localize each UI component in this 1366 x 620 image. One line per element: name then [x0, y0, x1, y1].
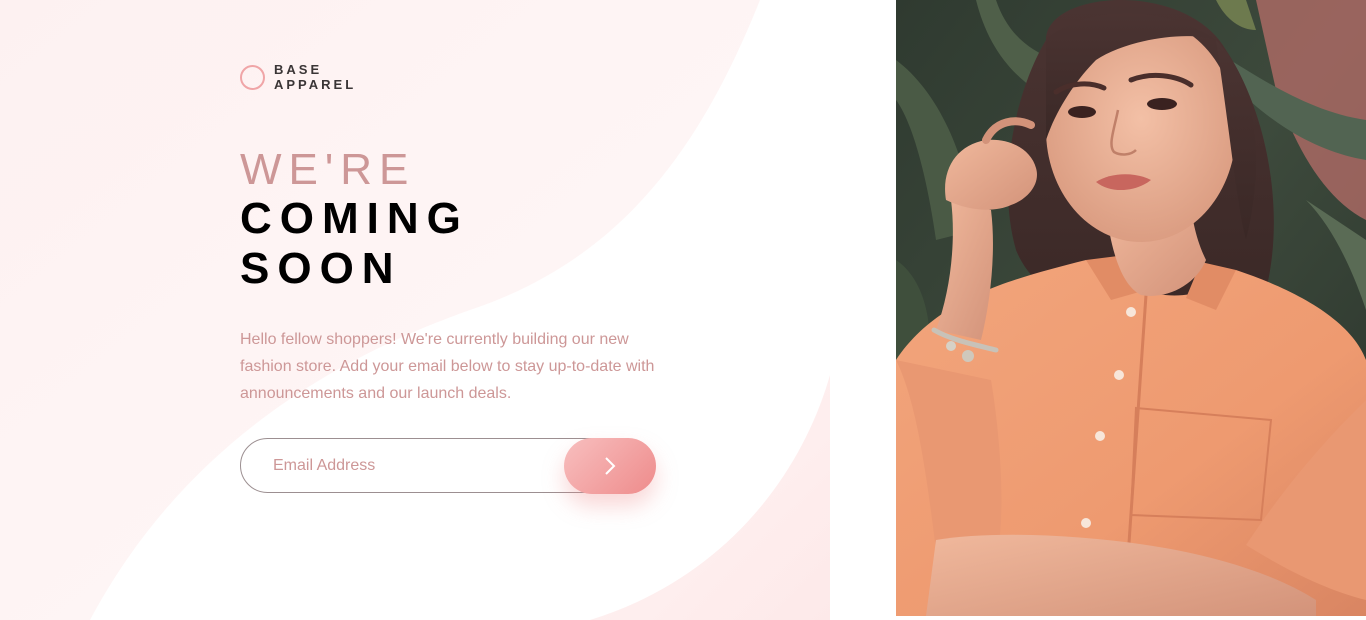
- page-title: WE'RE COMING SOON: [240, 146, 469, 294]
- brand-logo[interactable]: BASE APPAREL: [240, 62, 356, 92]
- background-pattern-svg: [0, 0, 830, 620]
- logo-ring-icon: [240, 64, 265, 90]
- hero-photo: [896, 0, 1366, 616]
- hero-photo-illustration: [896, 0, 1366, 616]
- logo-line-1: BASE: [274, 62, 323, 77]
- background-pattern: [0, 0, 830, 620]
- chevron-right-icon: [605, 457, 616, 475]
- logo-line-2: APPAREL: [274, 77, 357, 92]
- coming-soon-page: BASE APPAREL WE'RE COMING SOON Hello fel…: [0, 0, 1366, 620]
- email-signup-form: [240, 438, 656, 494]
- logo-wordmark: BASE APPAREL: [274, 62, 356, 92]
- title-light-line: WE'RE: [240, 145, 416, 194]
- intro-text: Hello fellow shoppers! We're currently b…: [240, 331, 655, 402]
- title-bold-line-1: COMING: [240, 194, 469, 243]
- submit-button[interactable]: [564, 438, 656, 494]
- title-bold-line-2: SOON: [240, 244, 402, 293]
